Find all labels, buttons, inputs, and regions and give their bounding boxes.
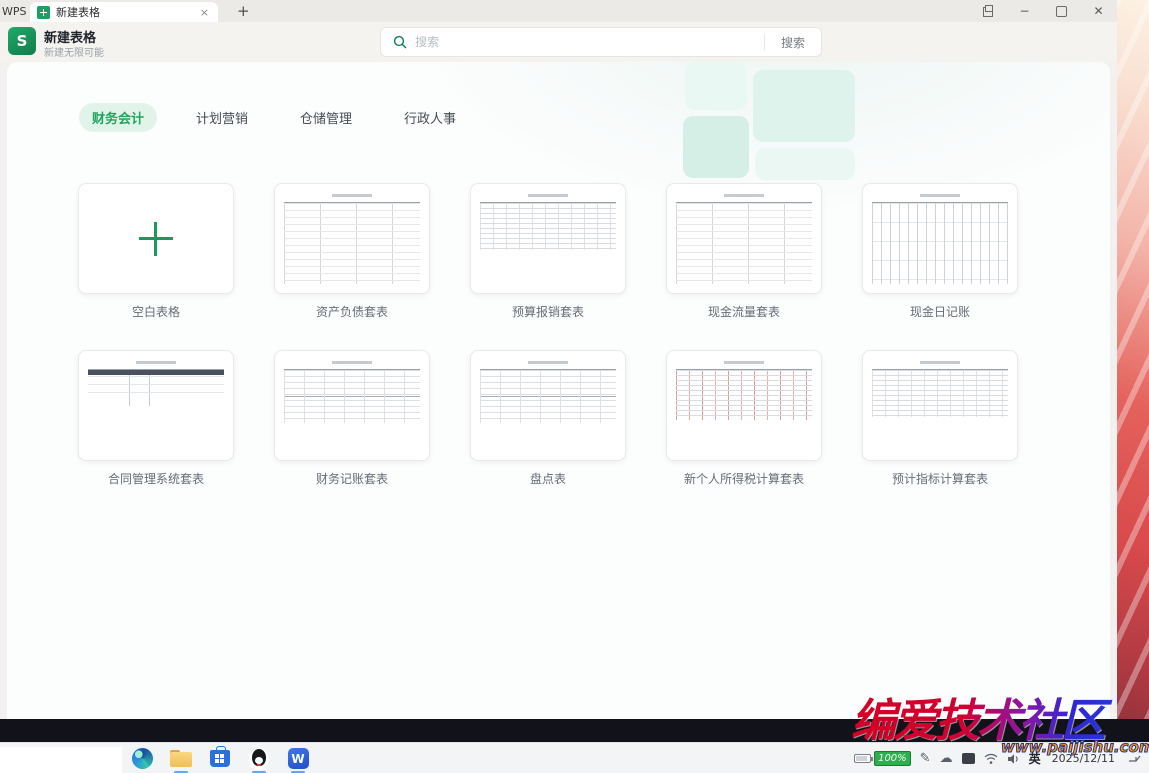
template-label: 预算报销套表 (470, 303, 626, 319)
word-icon: W (288, 748, 309, 769)
taskbar-file-explorer-button[interactable] (169, 747, 193, 771)
template-card-4[interactable] (666, 183, 822, 294)
page-subtitle: 新建无限可能 (44, 44, 104, 59)
taskbar-edge-button[interactable] (130, 747, 154, 771)
battery-percent-badge: 100% (874, 751, 911, 766)
decorative-pattern (683, 62, 855, 182)
template-thumbnail (674, 189, 814, 288)
template-card-3[interactable] (470, 183, 626, 294)
category-tabs: 财务会计计划营销仓储管理行政人事 (79, 103, 469, 132)
window-controls: − ✕ (981, 0, 1105, 22)
template-card-5[interactable] (862, 183, 1018, 294)
template-thumbnail (478, 189, 618, 288)
template-gallery: 财务会计计划营销仓储管理行政人事 空白表格 资产负债套表 预算报销套表 现金流量套表 现… (7, 62, 1110, 722)
file-explorer-icon (170, 750, 192, 767)
template-card-7[interactable] (274, 350, 430, 461)
template-card-2[interactable] (274, 183, 430, 294)
template-thumbnail (86, 356, 226, 455)
close-icon[interactable]: ✕ (1092, 5, 1105, 18)
plus-icon (139, 222, 173, 256)
category-tab-4[interactable]: 行政人事 (391, 103, 469, 132)
tab-new-spreadsheet[interactable]: 新建表格 × (30, 2, 218, 22)
template-thumbnail (870, 189, 1010, 288)
minimize-icon[interactable]: − (1018, 5, 1031, 18)
title-bar: WPS 文字 新建表格 × + − ✕ (0, 0, 1117, 22)
category-tab-2[interactable]: 计划营销 (183, 103, 261, 132)
template-thumbnail (674, 356, 814, 455)
search-bar[interactable]: 搜索 (380, 27, 822, 57)
tray-app-icon[interactable] (962, 753, 975, 764)
template-card-6[interactable] (78, 350, 234, 461)
template-card-8[interactable] (470, 350, 626, 461)
desktop: WPS 文字 新建表格 × + − ✕ S 新建表格 新建无限可能 (0, 0, 1149, 773)
tab-title: 新建表格 (56, 4, 192, 20)
wps-spreadsheet-logo: S (8, 27, 36, 55)
spreadsheet-icon (37, 6, 50, 19)
template-label: 盘点表 (470, 470, 626, 486)
taskbar-apps: W (130, 743, 310, 773)
search-button[interactable]: 搜索 (765, 34, 821, 51)
wps-new-spreadsheet-window: WPS 文字 新建表格 × + − ✕ S 新建表格 新建无限可能 (0, 0, 1117, 722)
template-thumbnail (282, 189, 422, 288)
template-label: 现金日记账 (862, 303, 1018, 319)
pen-icon[interactable]: ✎ (920, 752, 931, 765)
template-thumbnail (478, 356, 618, 455)
template-label: 现金流量套表 (666, 303, 822, 319)
template-label: 新个人所得税计算套表 (666, 470, 822, 486)
watermark-title: 编爱技术社区 (851, 684, 1149, 742)
watermark-url: www.paijishu.com (1001, 738, 1149, 756)
taskbar-white-panel (0, 747, 122, 773)
template-label: 财务记账套表 (274, 470, 430, 486)
template-card-9[interactable] (666, 350, 822, 461)
battery-icon (854, 754, 871, 763)
wifi-icon[interactable] (984, 753, 998, 765)
taskbar-qq-button[interactable] (247, 747, 271, 771)
float-window-icon[interactable] (981, 5, 994, 18)
category-tab-3[interactable]: 仓储管理 (287, 103, 365, 132)
template-label: 空白表格 (78, 303, 234, 319)
microsoft-store-icon (210, 750, 230, 767)
battery-indicator[interactable]: 100% (854, 751, 911, 766)
qq-icon (249, 748, 269, 770)
cloud-icon[interactable]: ☁ (940, 752, 953, 765)
taskbar-word-button[interactable]: W (286, 747, 310, 771)
search-icon (393, 35, 407, 49)
template-thumbnail (870, 356, 1010, 455)
search-input[interactable] (415, 35, 764, 49)
desktop-wallpaper (1115, 0, 1149, 773)
template-card-1[interactable] (78, 183, 234, 294)
template-label: 资产负债套表 (274, 303, 430, 319)
category-tab-1[interactable]: 财务会计 (79, 103, 157, 132)
template-label: 合同管理系统套表 (78, 470, 234, 486)
tab-close-icon[interactable]: × (198, 6, 211, 19)
app-header: S 新建表格 新建无限可能 搜索 (0, 22, 1117, 62)
maximize-icon[interactable] (1055, 5, 1068, 18)
template-grid: 空白表格 资产负债套表 预算报销套表 现金流量套表 现金日记账合同管理系统套表 财务记账套… (78, 183, 1018, 486)
template-label: 预计指标计算套表 (862, 470, 1018, 486)
edge-icon (132, 748, 153, 769)
new-tab-button[interactable]: + (237, 2, 250, 20)
template-card-10[interactable] (862, 350, 1018, 461)
taskbar-microsoft-store-button[interactable] (208, 747, 232, 771)
template-thumbnail (282, 356, 422, 455)
